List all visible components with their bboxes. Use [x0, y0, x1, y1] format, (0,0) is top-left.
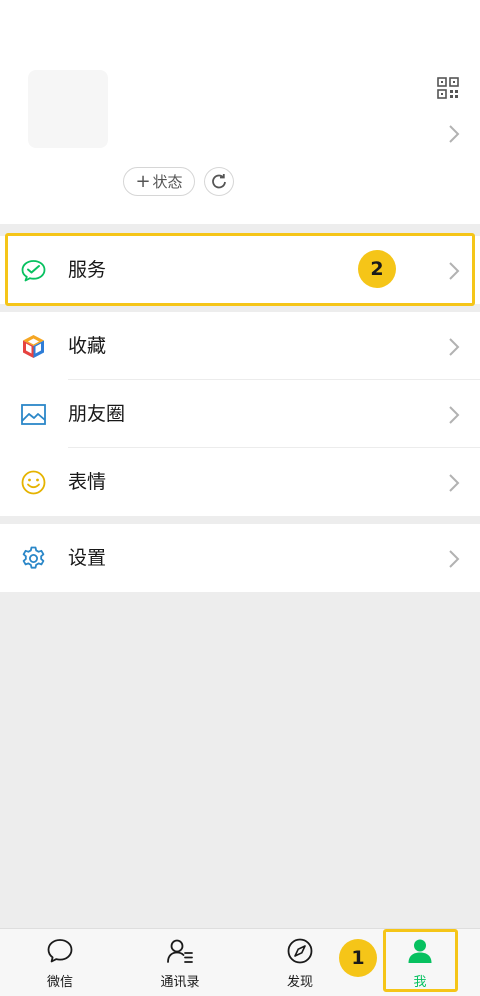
- qr-code-icon[interactable]: [437, 77, 459, 99]
- menu-item-settings[interactable]: 设置: [0, 524, 480, 592]
- highlight-tab-me: [383, 929, 458, 992]
- tab-contacts[interactable]: 通讯录: [140, 929, 220, 996]
- menu-item-label: 收藏: [68, 335, 107, 357]
- chevron-right-icon: [449, 125, 460, 143]
- tab-discover[interactable]: 发现: [260, 929, 340, 996]
- menu-item-favorites[interactable]: 收藏: [0, 312, 480, 380]
- smiley-icon: [21, 470, 46, 495]
- cube-icon: [23, 335, 44, 358]
- plus-icon: +: [135, 170, 151, 192]
- status-label: 状态: [152, 173, 183, 191]
- menu-item-label: 设置: [68, 547, 107, 569]
- chat-bubble-icon: [47, 939, 73, 963]
- avatar[interactable]: [28, 70, 108, 148]
- tab-label: 发现: [286, 975, 313, 990]
- refresh-button[interactable]: [204, 167, 234, 196]
- chevron-right-icon: [449, 338, 460, 356]
- chevron-right-icon: [449, 406, 460, 424]
- step-badge-1: 1: [339, 939, 377, 977]
- step-badge-2: 2: [358, 250, 396, 288]
- settings-group: 设置: [0, 524, 480, 592]
- menu-item-label: 表情: [68, 471, 107, 493]
- compass-icon: [287, 938, 313, 964]
- gear-icon: [22, 546, 45, 569]
- tab-label: 通讯录: [160, 975, 200, 990]
- menu-item-moments[interactable]: 朋友圈: [0, 380, 480, 448]
- add-status-button[interactable]: + 状态: [123, 167, 195, 196]
- contacts-icon: [167, 939, 193, 963]
- menu-item-stickers[interactable]: 表情: [0, 448, 480, 516]
- tab-label: 微信: [46, 975, 73, 990]
- features-group: 收藏 朋友圈 表情: [0, 312, 480, 516]
- image-icon: [21, 404, 46, 425]
- chevron-right-icon: [449, 474, 460, 492]
- highlight-services: [5, 233, 475, 306]
- tab-chats[interactable]: 微信: [20, 929, 100, 996]
- menu-item-label: 朋友圈: [68, 403, 126, 425]
- profile-header[interactable]: + 状态: [0, 0, 480, 224]
- chevron-right-icon: [449, 550, 460, 568]
- refresh-icon: [212, 173, 226, 188]
